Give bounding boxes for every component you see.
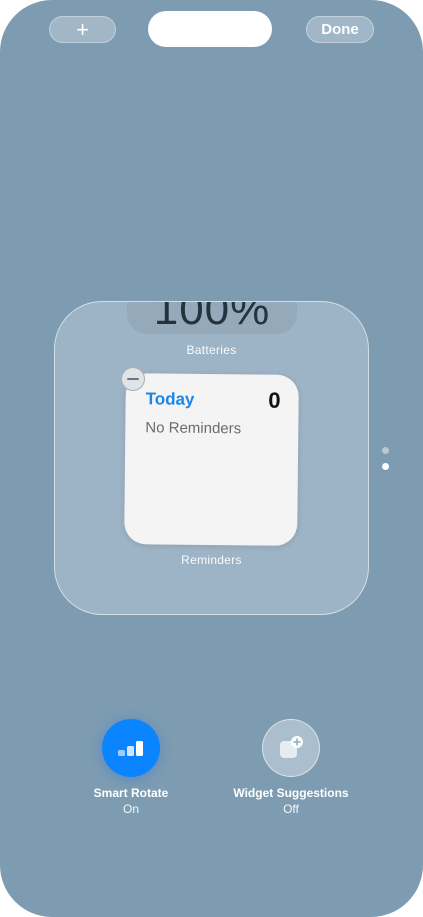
done-button[interactable]: Done [306,16,374,43]
smart-rotate-state: On [122,802,139,816]
reminders-empty-text: No Reminders [145,419,242,438]
reminders-widget[interactable]: Today 0 No Reminders [124,373,299,546]
stack-page-dot-2-active[interactable] [382,463,389,470]
remove-widget-button[interactable] [121,367,145,391]
battery-percentage: 100% [153,301,271,334]
minus-icon [127,378,139,380]
widget-stack[interactable]: 100% Batteries Today 0 No Reminders Remi… [54,301,369,615]
smart-rotate-label: Smart Rotate [93,786,169,800]
reminders-count: 0 [268,387,281,413]
smart-rotate-toggle[interactable] [102,719,160,777]
widget-suggestions-toggle[interactable] [262,719,320,777]
widget-suggestions-state: Off [283,802,299,816]
reminders-list-title: Today [145,389,195,409]
widget-suggestions-icon [280,736,303,758]
add-widget-button[interactable]: + [49,16,116,43]
batteries-widget-label: Batteries [186,343,237,357]
smart-rotate-icon [118,741,143,756]
stack-page-dot-1[interactable] [382,447,389,454]
dynamic-island [148,11,272,47]
screen: + Done 100% Batteries Today 0 No Reminde… [0,0,423,917]
reminders-widget-label: Reminders [181,553,242,567]
widget-suggestions-label: Widget Suggestions [233,786,349,800]
batteries-widget-peek: 100% [127,301,297,334]
plus-icon: + [76,16,89,42]
